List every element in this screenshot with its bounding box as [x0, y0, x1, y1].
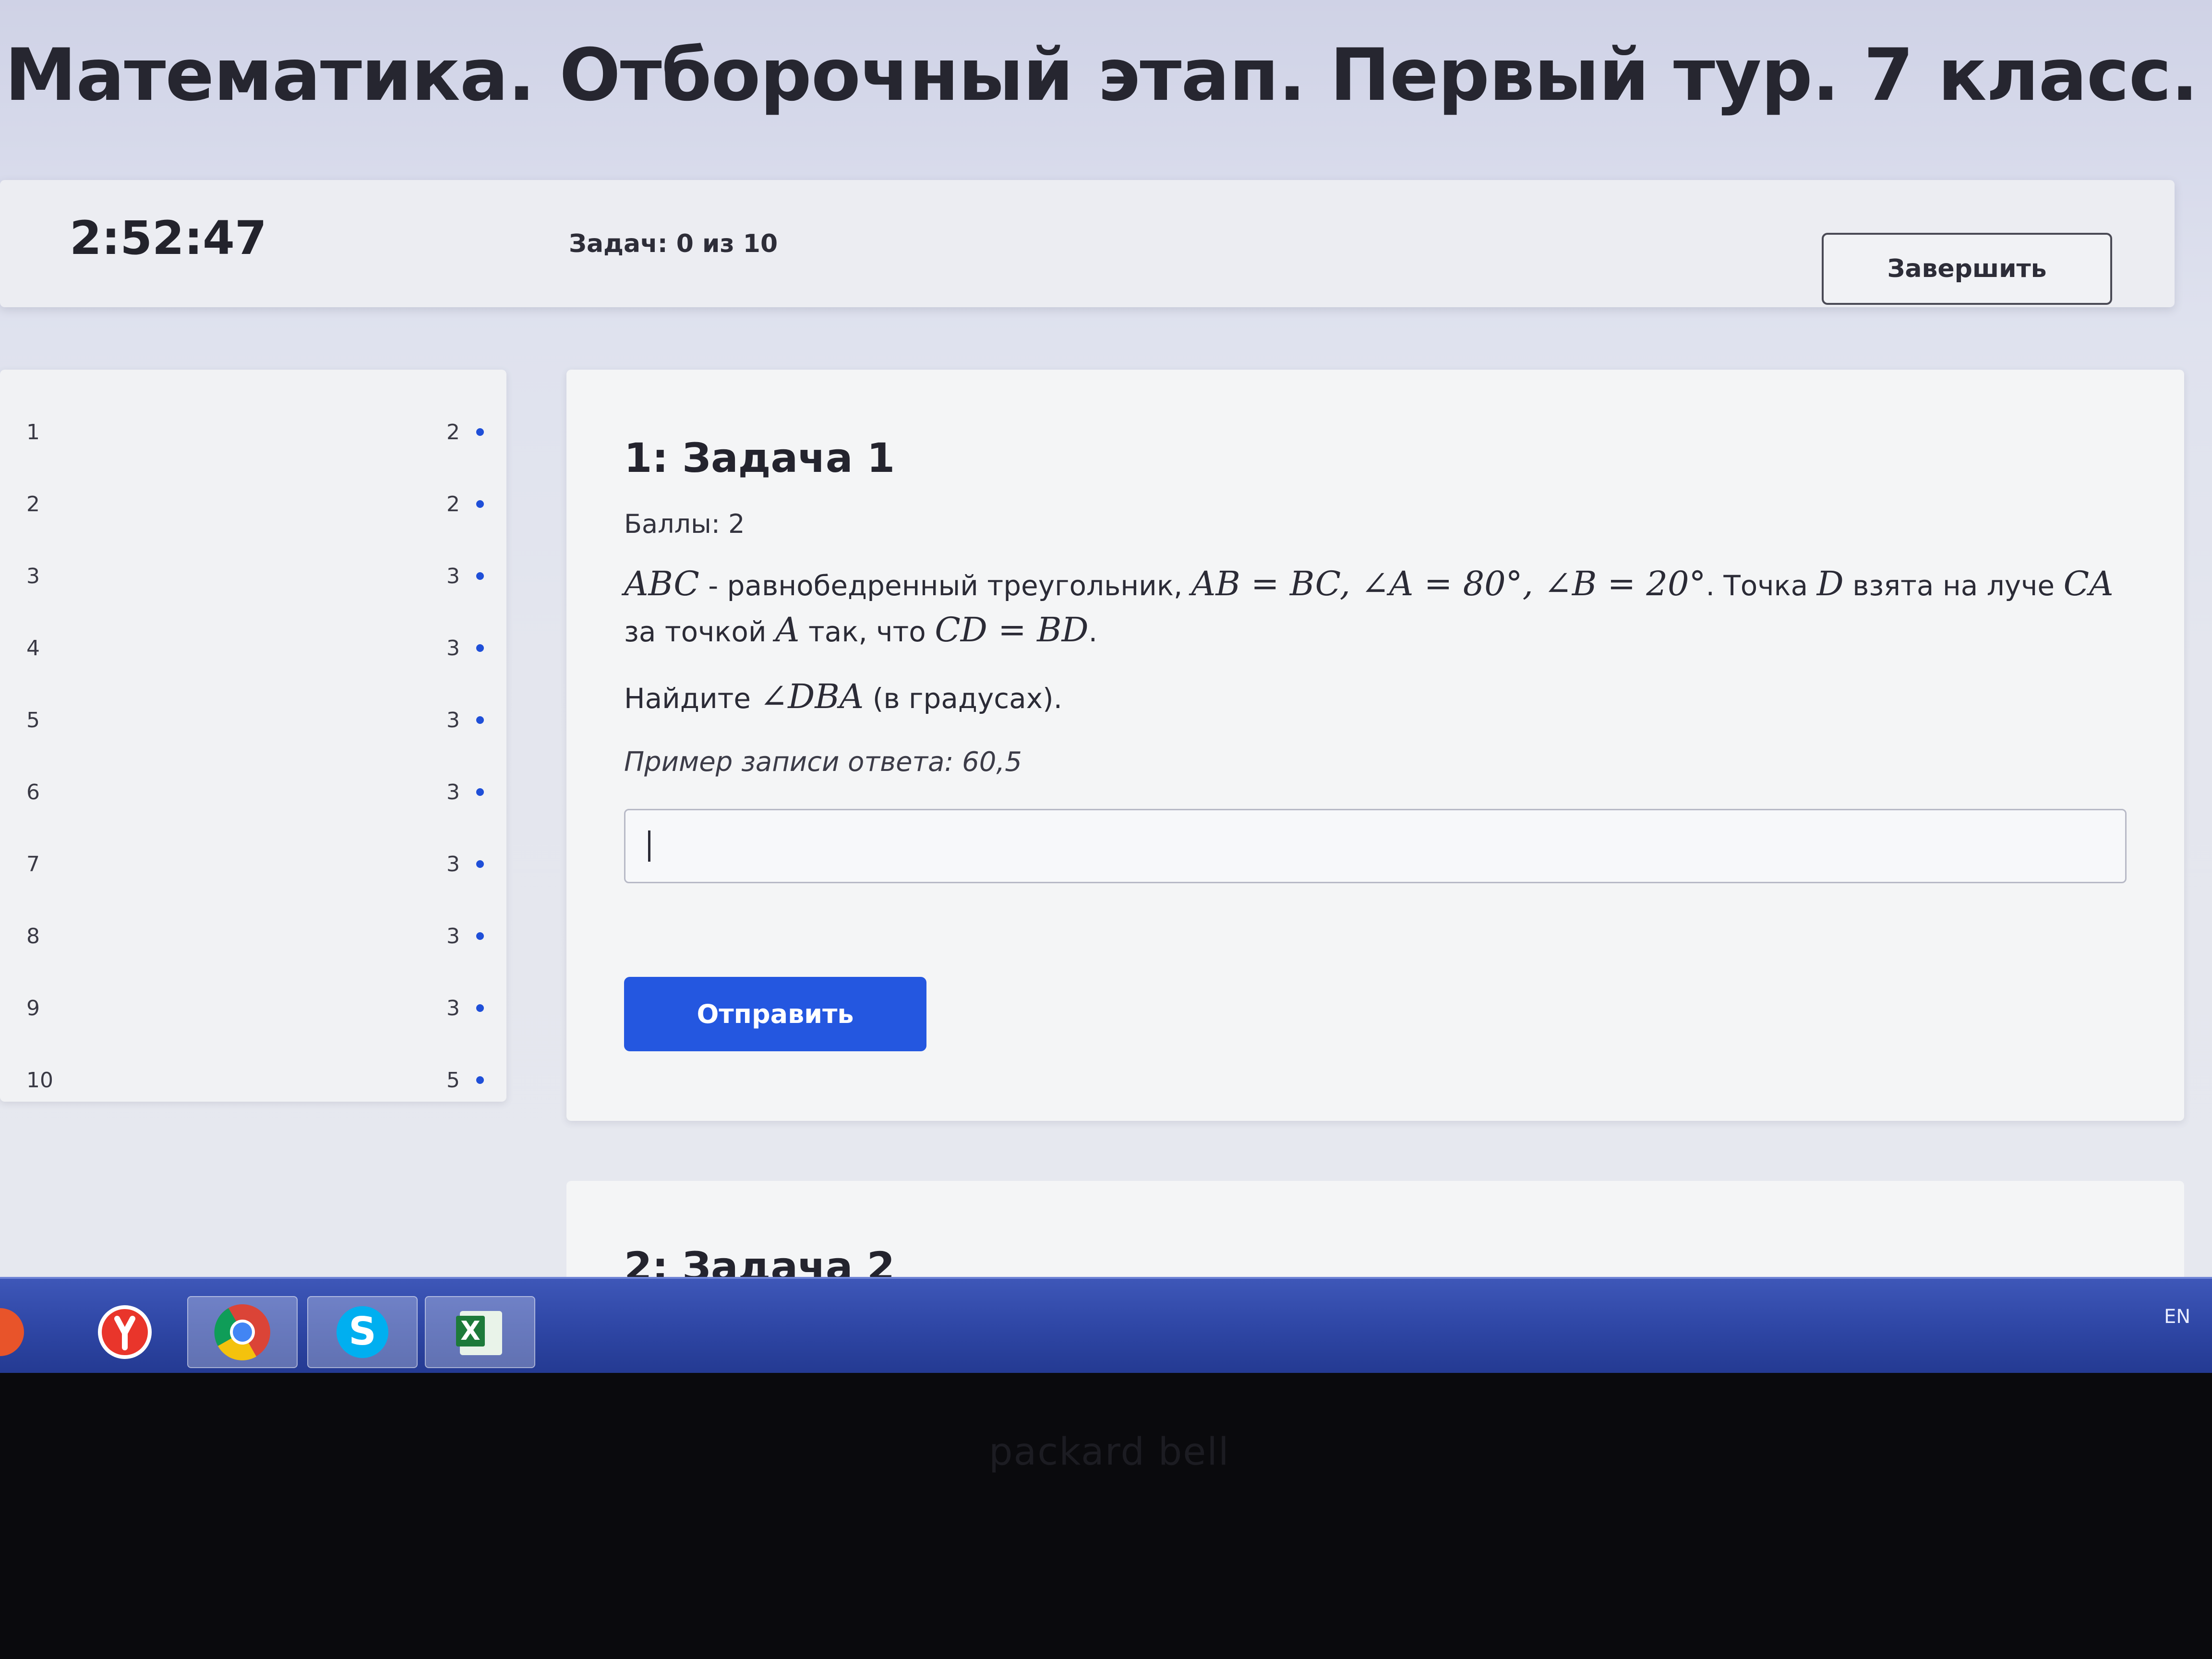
task-nav-item[interactable]: 1 2 — [0, 408, 506, 456]
status-dot-icon — [476, 716, 484, 724]
status-dot-icon — [476, 788, 484, 796]
screen: Математика. Отборочный этап. Первый тур.… — [0, 0, 2212, 1291]
task-number: 7 — [26, 852, 40, 877]
math-text: A — [775, 610, 800, 649]
finish-button[interactable]: Завершить — [1822, 233, 2112, 305]
yandex-browser-icon[interactable] — [70, 1296, 180, 1368]
chrome-icon[interactable] — [187, 1296, 298, 1368]
math-text: CA — [2063, 564, 2114, 603]
task-list-sidebar: 1 2 2 2 3 3 4 3 5 3 6 3 7 3 8 3 9 3 10 5 — [0, 370, 506, 1102]
task-nav-item[interactable]: 2 2 — [0, 480, 506, 528]
media-player-icon[interactable] — [0, 1296, 29, 1368]
status-dot-icon — [476, 1076, 484, 1084]
status-dot-icon — [476, 500, 484, 508]
excel-icon[interactable]: X — [425, 1296, 535, 1368]
task-points: 3 — [446, 996, 460, 1021]
svg-text:S: S — [349, 1309, 376, 1354]
status-dot-icon — [476, 572, 484, 580]
language-indicator[interactable]: EN — [2164, 1306, 2190, 1328]
status-dot-icon — [476, 860, 484, 868]
answer-format-hint: Пример записи ответа: 60,5 — [624, 746, 1022, 778]
task-points: 3 — [446, 708, 460, 733]
statement-text: за точкой — [624, 615, 776, 648]
task-points: 2 — [446, 420, 460, 445]
task-points: 2 — [446, 492, 460, 517]
monitor-bezel — [0, 1373, 2212, 1659]
timer: 2:52:47 — [70, 211, 267, 265]
question-text: (в градусах). — [864, 682, 1063, 715]
statement-text: . Точка — [1706, 569, 1817, 602]
task-nav-item[interactable]: 5 3 — [0, 696, 506, 744]
task-points: 3 — [446, 564, 460, 589]
submit-button[interactable]: Отправить — [624, 977, 926, 1051]
task-nav-item[interactable]: 10 5 — [0, 1056, 506, 1104]
task-number: 4 — [26, 636, 40, 661]
tasks-counter: Задач: 0 из 10 — [569, 229, 778, 258]
task-number: 2 — [26, 492, 40, 517]
math-text: ABC — [624, 564, 699, 603]
text-caret — [648, 830, 650, 862]
task-nav-item[interactable]: 4 3 — [0, 624, 506, 672]
task-title: 1: Задача 1 — [624, 434, 895, 481]
statement-text: - равнобедренный треугольник, — [699, 569, 1191, 602]
task-number: 3 — [26, 564, 40, 589]
math-text: AB = BC, ∠A = 80°, ∠B = 20° — [1191, 564, 1706, 603]
status-dot-icon — [476, 644, 484, 652]
task-number: 6 — [26, 780, 40, 805]
task-points-label: Баллы: 2 — [624, 509, 745, 539]
status-dot-icon — [476, 1004, 484, 1012]
svg-text:X: X — [460, 1316, 481, 1346]
task-nav-item[interactable]: 7 3 — [0, 840, 506, 888]
task-question: Найдите ∠DBA (в градусах). — [624, 677, 1062, 716]
statement-text: . — [1088, 615, 1098, 648]
task-nav-item[interactable]: 6 3 — [0, 768, 506, 816]
task-points: 3 — [446, 924, 460, 949]
monitor-logo: packard bell — [989, 1431, 1230, 1474]
status-dot-icon — [476, 932, 484, 940]
task-statement: ABC - равнобедренный треугольник, AB = B… — [624, 562, 2136, 654]
skype-icon[interactable]: S — [307, 1296, 418, 1368]
task-number: 10 — [26, 1068, 53, 1093]
question-text: Найдите — [624, 682, 760, 715]
task-nav-item[interactable]: 3 3 — [0, 552, 506, 600]
task-number: 1 — [26, 420, 40, 445]
task-points: 5 — [446, 1068, 460, 1093]
page-title: Математика. Отборочный этап. Первый тур.… — [5, 34, 2199, 117]
answer-input[interactable] — [624, 809, 2127, 883]
task-points: 3 — [446, 636, 460, 661]
status-dot-icon — [476, 428, 484, 436]
task-nav-item[interactable]: 8 3 — [0, 912, 506, 960]
statement-text: взята на луче — [1843, 569, 2064, 602]
task-number: 9 — [26, 996, 40, 1021]
statement-text: так, что — [799, 615, 935, 648]
task-number: 8 — [26, 924, 40, 949]
task-points: 3 — [446, 852, 460, 877]
math-text: CD = BD — [935, 610, 1089, 649]
task-number: 5 — [26, 708, 40, 733]
math-text: ∠DBA — [759, 677, 864, 716]
task-nav-item[interactable]: 9 3 — [0, 984, 506, 1032]
math-text: D — [1816, 564, 1844, 603]
task-points: 3 — [446, 780, 460, 805]
